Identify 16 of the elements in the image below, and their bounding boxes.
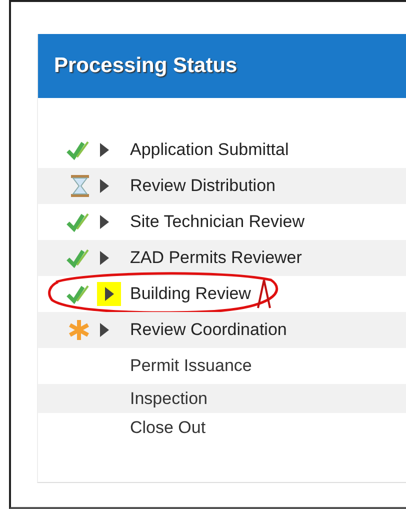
arrow-icon[interactable] xyxy=(100,179,108,193)
step-label: Close Out xyxy=(130,418,206,438)
step-label: Inspection xyxy=(130,388,208,408)
panel-title: Processing Status xyxy=(54,54,238,78)
arrow-icon[interactable] xyxy=(100,215,108,229)
arrow-icon[interactable] xyxy=(100,143,108,157)
arrow-icon[interactable] xyxy=(104,287,114,301)
arrow-icon[interactable] xyxy=(100,251,108,265)
step-label: Site Technician Review xyxy=(130,212,304,232)
step-label: Building Review xyxy=(130,284,251,304)
step-label: Application Submittal xyxy=(130,140,289,160)
step-label: Permit Issuance xyxy=(130,356,252,376)
step-label: Review Coordination xyxy=(130,320,287,340)
step-label: ZAD Permits Reviewer xyxy=(130,248,302,268)
arrow-icon[interactable] xyxy=(100,323,108,337)
step-label: Review Distribution xyxy=(130,176,276,196)
